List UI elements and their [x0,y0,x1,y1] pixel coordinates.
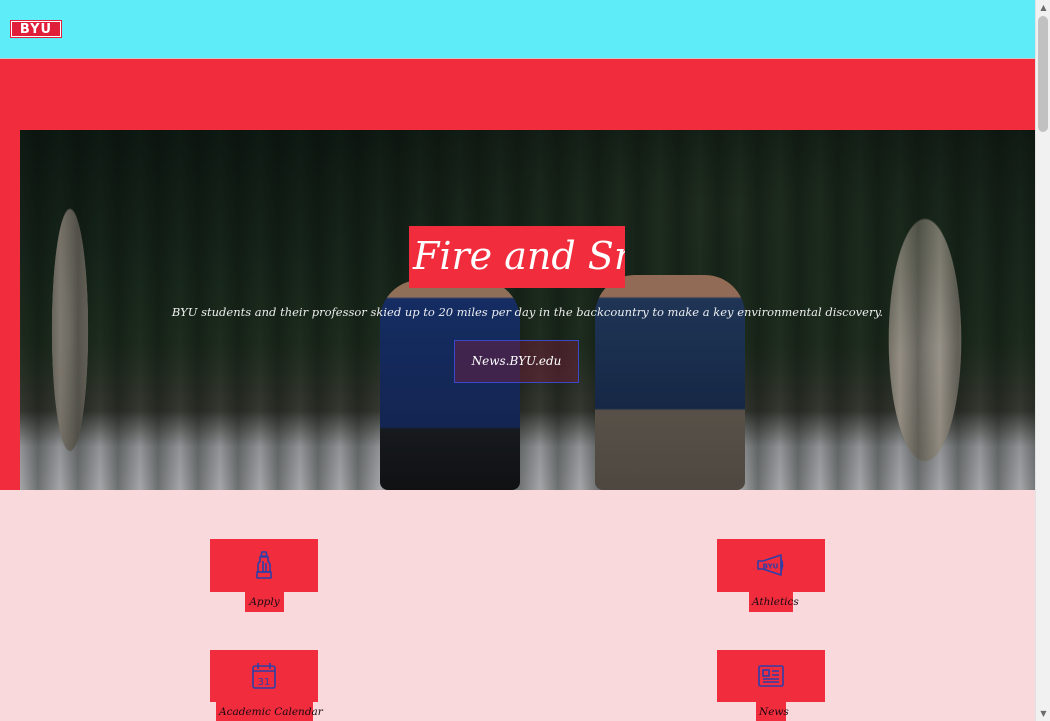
top-navigation-bar: BYU [0,0,1035,59]
vertical-scrollbar[interactable]: ▲ ▼ [1035,0,1050,721]
apply-tile[interactable] [210,539,318,592]
hero-title-box: Fire and Snow [409,226,625,288]
hero-subtitle: BYU students and their professor skied u… [171,305,884,319]
athletics-tile[interactable]: BYU [717,539,825,592]
academic-calendar-tile[interactable]: 31 [210,650,318,702]
scroll-up-arrow-icon[interactable]: ▲ [1039,3,1048,12]
news-label[interactable]: News [756,702,789,721]
hero-title: Fire and Snow [413,234,625,278]
byu-logo[interactable]: BYU [10,20,62,38]
newspaper-icon [758,665,784,687]
apply-label[interactable]: Apply [245,592,284,612]
scroll-down-arrow-icon[interactable]: ▼ [1039,709,1048,718]
byu-logo-text: BYU [12,22,60,37]
athletics-label[interactable]: Athletics [749,592,799,612]
news-tile[interactable] [717,650,825,702]
academic-calendar-label[interactable]: Academic Calendar [216,702,323,721]
svg-text:31: 31 [258,677,271,688]
scrollbar-thumb[interactable] [1038,16,1048,132]
svg-text:BYU: BYU [763,563,779,571]
news-link-button[interactable]: News.BYU.edu [454,340,579,383]
cougar-statue-icon [256,551,272,579]
hero-banner: Fire and Snow BYU students and their pro… [20,130,1035,490]
byu-megaphone-icon: BYU [757,554,784,576]
calendar-icon: 31 [252,663,276,689]
